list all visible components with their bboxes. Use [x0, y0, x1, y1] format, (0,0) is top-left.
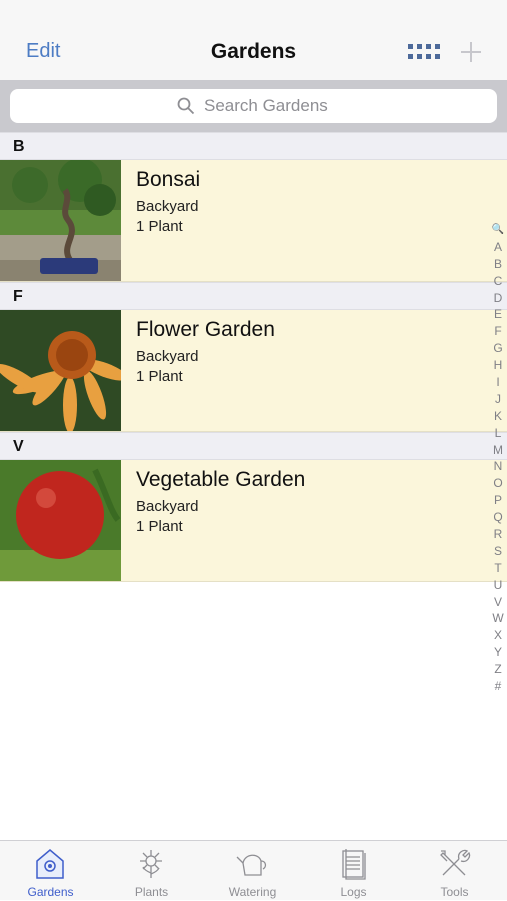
garden-plant-count: 1 Plant: [136, 218, 183, 235]
tab-label: Tools: [440, 885, 469, 899]
section-header-b: B: [0, 132, 507, 160]
garden-name: Flower Garden: [136, 318, 275, 341]
garden-name: Vegetable Garden: [136, 468, 306, 491]
index-letter[interactable]: M: [488, 442, 507, 459]
garden-row-vegetable-garden[interactable]: Vegetable Garden Backyard 1 Plant: [0, 460, 507, 582]
search-icon: [177, 97, 195, 115]
index-letter[interactable]: H: [488, 357, 507, 374]
tab-bar: Gardens Plants Watering Logs Tools: [0, 840, 507, 900]
index-letter[interactable]: Z: [488, 661, 507, 678]
index-letter[interactable]: #: [488, 678, 507, 695]
tab-label: Logs: [340, 885, 367, 899]
tab-logs[interactable]: Logs: [303, 841, 404, 901]
tab-label: Gardens: [27, 885, 74, 899]
index-letter[interactable]: D: [488, 290, 507, 307]
index-letter[interactable]: T: [488, 560, 507, 577]
coneflower-photo: [0, 310, 121, 431]
garden-location: Backyard: [136, 498, 199, 515]
nav-bar: Edit Gardens: [0, 0, 507, 80]
plus-icon[interactable]: [459, 40, 483, 64]
garden-list: B Bonsai Backyard 1 Plant F Flower Garde…: [0, 132, 507, 582]
garden-row-bonsai[interactable]: Bonsai Backyard 1 Plant: [0, 160, 507, 282]
index-letter[interactable]: W: [488, 610, 507, 627]
index-search-icon[interactable]: 🔍: [488, 222, 507, 239]
garden-row-flower-garden[interactable]: Flower Garden Backyard 1 Plant: [0, 310, 507, 432]
index-letter[interactable]: P: [488, 492, 507, 509]
index-letter[interactable]: A: [488, 239, 507, 256]
index-letter[interactable]: R: [488, 526, 507, 543]
index-letter[interactable]: V: [488, 594, 507, 611]
tab-watering[interactable]: Watering: [202, 841, 303, 901]
gardens-icon: [36, 849, 64, 879]
index-letter[interactable]: O: [488, 475, 507, 492]
tab-label: Watering: [228, 885, 277, 899]
plants-icon: [140, 850, 162, 878]
section-header-f: F: [0, 282, 507, 310]
index-letter[interactable]: K: [488, 408, 507, 425]
section-header-v: V: [0, 432, 507, 460]
index-letter[interactable]: G: [488, 340, 507, 357]
index-letter[interactable]: S: [488, 543, 507, 560]
index-letter[interactable]: I: [488, 374, 507, 391]
bonsai-photo: [0, 160, 121, 281]
tab-gardens[interactable]: Gardens: [0, 841, 101, 901]
index-letter[interactable]: Y: [488, 644, 507, 661]
garden-plant-count: 1 Plant: [136, 518, 183, 535]
tab-label: Plants: [134, 885, 169, 899]
index-letter[interactable]: B: [488, 256, 507, 273]
garden-name: Bonsai: [136, 168, 201, 191]
garden-location: Backyard: [136, 348, 199, 365]
watering-icon: [236, 854, 267, 876]
index-letter[interactable]: X: [488, 627, 507, 644]
index-letter[interactable]: J: [488, 391, 507, 408]
tools-icon: [440, 849, 471, 876]
index-letter[interactable]: N: [488, 458, 507, 475]
search-bar: Search Gardens: [0, 80, 507, 132]
search-placeholder: Search Gardens: [204, 96, 328, 115]
logs-icon: [342, 849, 366, 880]
index-letter[interactable]: E: [488, 306, 507, 323]
search-input[interactable]: Search Gardens: [10, 89, 497, 123]
index-letter[interactable]: F: [488, 323, 507, 340]
garden-plant-count: 1 Plant: [136, 368, 183, 385]
grid-icon[interactable]: [408, 44, 440, 60]
tomato-photo: [0, 460, 121, 581]
section-index[interactable]: 🔍 A B C D E F G H I J K L M N O P Q R S T U V W X Y Z #: [488, 222, 507, 695]
tab-plants[interactable]: Plants: [101, 841, 202, 901]
index-letter[interactable]: U: [488, 577, 507, 594]
index-letter[interactable]: L: [488, 425, 507, 442]
index-letter[interactable]: C: [488, 273, 507, 290]
index-letter[interactable]: Q: [488, 509, 507, 526]
garden-location: Backyard: [136, 198, 199, 215]
tab-tools[interactable]: Tools: [404, 841, 505, 901]
